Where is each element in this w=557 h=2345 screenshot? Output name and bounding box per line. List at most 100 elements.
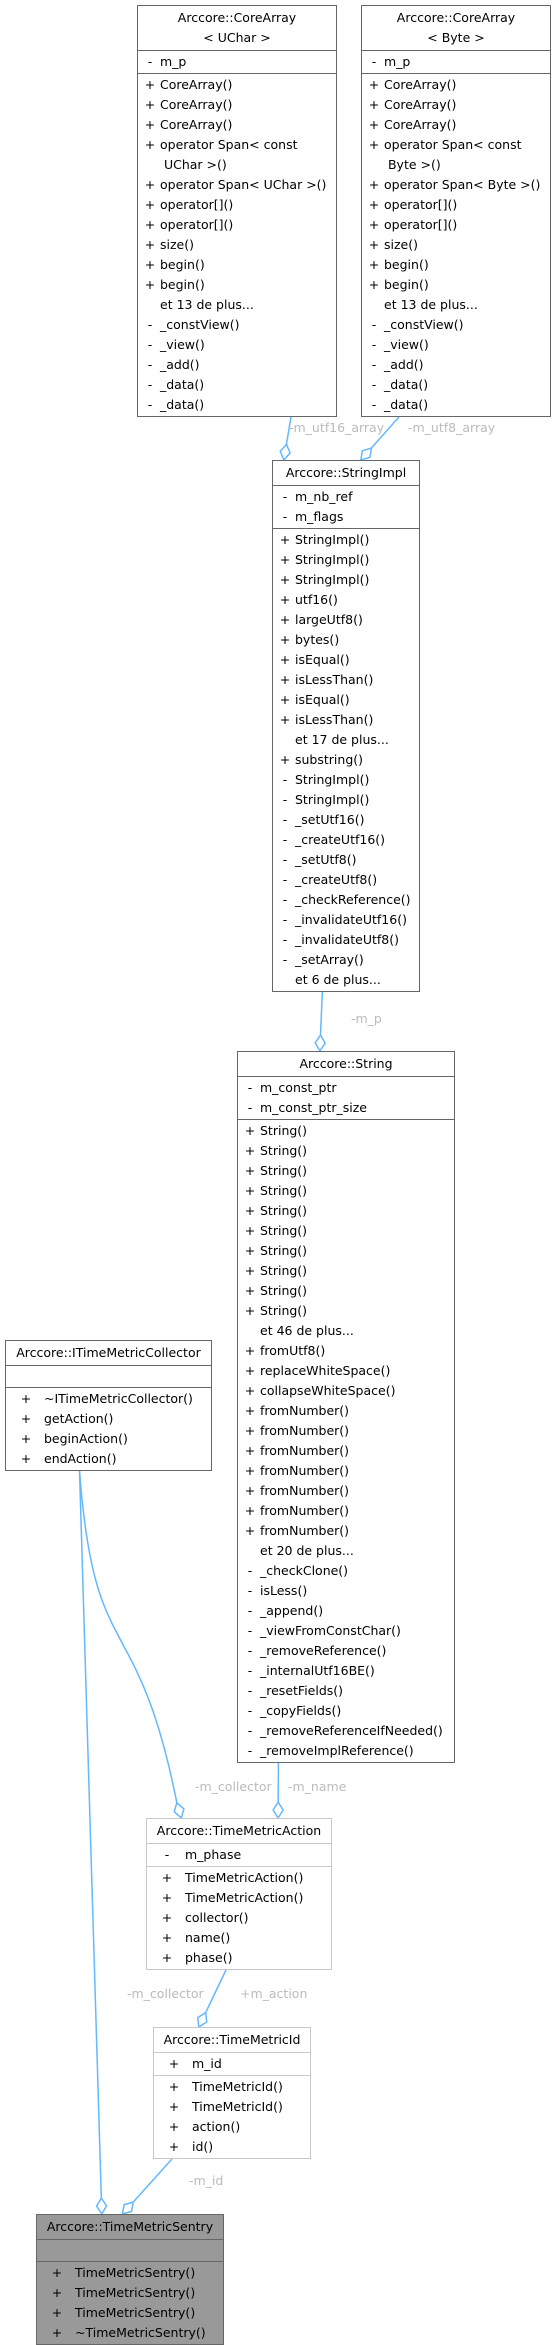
method-row[interactable]: et 17 de plus... bbox=[273, 730, 419, 750]
method-row[interactable]: + name() bbox=[147, 1928, 331, 1948]
method-row[interactable]: - _checkReference() bbox=[273, 890, 419, 910]
method-row[interactable]: + operator Span< const UChar >() bbox=[138, 135, 336, 175]
method-row[interactable]: - _resetFields() bbox=[238, 1681, 454, 1701]
method-row[interactable]: + ~TimeMetricSentry() bbox=[37, 2323, 223, 2343]
method-row[interactable]: + TimeMetricAction() bbox=[147, 1888, 331, 1908]
method-row[interactable]: + isLessThan() bbox=[273, 670, 419, 690]
method-row[interactable]: + collapseWhiteSpace() bbox=[238, 1381, 454, 1401]
method-row[interactable]: + String() bbox=[238, 1241, 454, 1261]
attribute-row[interactable]: - m_p bbox=[138, 52, 336, 72]
method-row[interactable]: - _createUtf16() bbox=[273, 830, 419, 850]
class-node-itimemetriccollector[interactable]: Arccore::ITimeMetricCollector + ~ITimeMetr… bbox=[5, 1340, 212, 1471]
method-row[interactable]: + size() bbox=[362, 235, 550, 255]
method-row[interactable]: - _add() bbox=[138, 355, 336, 375]
method-row[interactable]: - _removeReferenceIfNeeded() bbox=[238, 1721, 454, 1741]
method-row[interactable]: et 20 de plus... bbox=[238, 1541, 454, 1561]
class-node-stringimpl[interactable]: Arccore::StringImpl - m_nb_ref - m_flags + Str… bbox=[272, 460, 420, 992]
method-row[interactable]: + replaceWhiteSpace() bbox=[238, 1361, 454, 1381]
method-row[interactable]: + fromNumber() bbox=[238, 1421, 454, 1441]
method-row[interactable]: + fromUtf8() bbox=[238, 1341, 454, 1361]
attribute-row[interactable]: + m_id bbox=[154, 2054, 310, 2074]
method-row[interactable]: + bytes() bbox=[273, 630, 419, 650]
method-row[interactable]: + operator Span< const Byte >() bbox=[362, 135, 550, 175]
method-row[interactable]: + begin() bbox=[362, 275, 550, 295]
attribute-row[interactable]: - m_const_ptr bbox=[238, 1078, 454, 1098]
method-row[interactable]: + fromNumber() bbox=[238, 1401, 454, 1421]
method-row[interactable]: - StringImpl() bbox=[273, 770, 419, 790]
method-row[interactable]: - isLess() bbox=[238, 1581, 454, 1601]
method-row[interactable]: + isEqual() bbox=[273, 690, 419, 710]
method-row[interactable]: + operator[]() bbox=[362, 215, 550, 235]
method-row[interactable]: - _data() bbox=[138, 395, 336, 415]
method-row[interactable]: + CoreArray() bbox=[138, 115, 336, 135]
method-row[interactable]: - _view() bbox=[362, 335, 550, 355]
method-row[interactable]: - _data() bbox=[362, 375, 550, 395]
method-row[interactable]: + action() bbox=[154, 2117, 310, 2137]
method-row[interactable]: - _checkClone() bbox=[238, 1561, 454, 1581]
class-node-timemetricid[interactable]: Arccore::TimeMetricId + m_id + TimeMetricId(… bbox=[153, 2027, 311, 2159]
method-row[interactable]: - _copyFields() bbox=[238, 1701, 454, 1721]
method-row[interactable]: + String() bbox=[238, 1281, 454, 1301]
method-row[interactable]: et 13 de plus... bbox=[362, 295, 550, 315]
method-row[interactable]: + CoreArray() bbox=[362, 95, 550, 115]
method-row[interactable]: + operator[]() bbox=[138, 195, 336, 215]
attribute-row[interactable]: - m_const_ptr_size bbox=[238, 1098, 454, 1118]
method-row[interactable]: + String() bbox=[238, 1141, 454, 1161]
method-row[interactable]: - StringImpl() bbox=[273, 790, 419, 810]
method-row[interactable]: - _invalidateUtf16() bbox=[273, 910, 419, 930]
method-row[interactable]: et 6 de plus... bbox=[273, 970, 419, 990]
method-row[interactable]: + StringImpl() bbox=[273, 530, 419, 550]
method-row[interactable]: + String() bbox=[238, 1261, 454, 1281]
method-row[interactable]: - _view() bbox=[138, 335, 336, 355]
method-row[interactable]: + String() bbox=[238, 1201, 454, 1221]
method-row[interactable]: - _append() bbox=[238, 1601, 454, 1621]
method-row[interactable]: + operator[]() bbox=[138, 215, 336, 235]
method-row[interactable]: + fromNumber() bbox=[238, 1481, 454, 1501]
method-row[interactable]: + utf16() bbox=[273, 590, 419, 610]
method-row[interactable]: + getAction() bbox=[6, 1409, 211, 1429]
method-row[interactable]: - _viewFromConstChar() bbox=[238, 1621, 454, 1641]
method-row[interactable]: + CoreArray() bbox=[362, 75, 550, 95]
method-row[interactable]: + phase() bbox=[147, 1948, 331, 1968]
method-row[interactable]: + fromNumber() bbox=[238, 1521, 454, 1541]
method-row[interactable]: - _constView() bbox=[362, 315, 550, 335]
attribute-row[interactable]: - m_flags bbox=[273, 507, 419, 527]
method-row[interactable]: + isLessThan() bbox=[273, 710, 419, 730]
method-row[interactable]: - _add() bbox=[362, 355, 550, 375]
method-row[interactable]: - _setArray() bbox=[273, 950, 419, 970]
method-row[interactable]: + String() bbox=[238, 1121, 454, 1141]
method-row[interactable]: + operator Span< Byte >() bbox=[362, 175, 550, 195]
method-row[interactable]: + collector() bbox=[147, 1908, 331, 1928]
method-row[interactable]: et 46 de plus... bbox=[238, 1321, 454, 1341]
method-row[interactable]: + id() bbox=[154, 2137, 310, 2157]
method-row[interactable]: + String() bbox=[238, 1161, 454, 1181]
attribute-row[interactable]: - m_p bbox=[362, 52, 550, 72]
method-row[interactable]: - _constView() bbox=[138, 315, 336, 335]
class-node-timemetricsentry[interactable]: Arccore::TimeMetricSentry + TimeMetricSent… bbox=[36, 2214, 224, 2345]
method-row[interactable]: - _invalidateUtf8() bbox=[273, 930, 419, 950]
method-row[interactable]: + begin() bbox=[138, 255, 336, 275]
method-row[interactable]: + TimeMetricId() bbox=[154, 2077, 310, 2097]
method-row[interactable]: + CoreArray() bbox=[362, 115, 550, 135]
method-row[interactable]: + TimeMetricAction() bbox=[147, 1868, 331, 1888]
method-row[interactable]: - _data() bbox=[138, 375, 336, 395]
method-row[interactable]: + TimeMetricSentry() bbox=[37, 2263, 223, 2283]
method-row[interactable]: + String() bbox=[238, 1181, 454, 1201]
method-row[interactable]: + TimeMetricSentry() bbox=[37, 2283, 223, 2303]
method-row[interactable]: + String() bbox=[238, 1221, 454, 1241]
method-row[interactable]: + substring() bbox=[273, 750, 419, 770]
method-row[interactable]: + CoreArray() bbox=[138, 95, 336, 115]
method-row[interactable]: + fromNumber() bbox=[238, 1501, 454, 1521]
class-node-timemetricaction[interactable]: Arccore::TimeMetricAction - m_phase + TimeMe… bbox=[146, 1818, 332, 1970]
method-row[interactable]: - _data() bbox=[362, 395, 550, 415]
method-row[interactable]: - _setUtf8() bbox=[273, 850, 419, 870]
method-row[interactable]: - _setUtf16() bbox=[273, 810, 419, 830]
method-row[interactable]: + largeUtf8() bbox=[273, 610, 419, 630]
method-row[interactable]: + size() bbox=[138, 235, 336, 255]
method-row[interactable]: + TimeMetricId() bbox=[154, 2097, 310, 2117]
method-row[interactable]: + TimeMetricSentry() bbox=[37, 2303, 223, 2323]
class-node-corearray-uchar[interactable]: Arccore::CoreArray < UChar > - m_p + CoreArra… bbox=[137, 5, 337, 417]
method-row[interactable]: + StringImpl() bbox=[273, 550, 419, 570]
method-row[interactable]: + endAction() bbox=[6, 1449, 211, 1469]
method-row[interactable]: + begin() bbox=[138, 275, 336, 295]
